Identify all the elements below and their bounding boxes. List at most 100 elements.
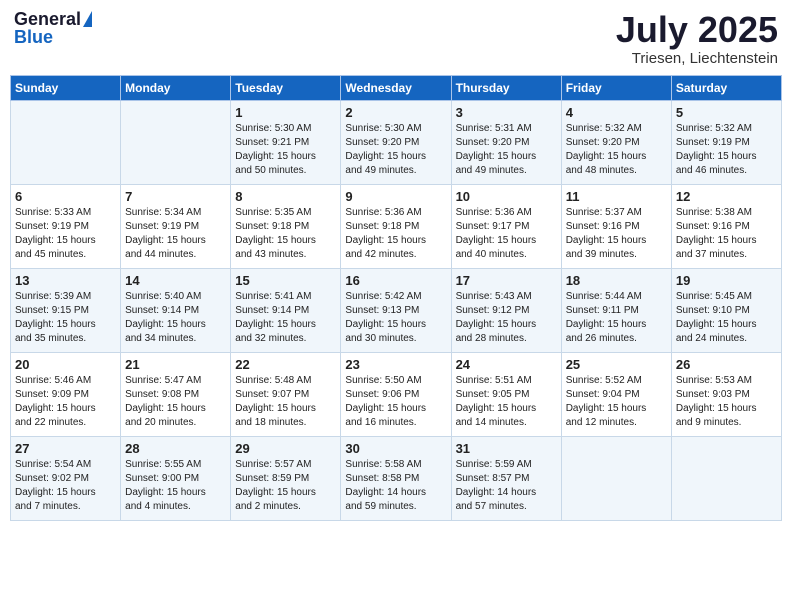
calendar-cell	[561, 436, 671, 520]
day-number: 18	[566, 273, 667, 288]
day-info: Sunrise: 5:50 AM Sunset: 9:06 PM Dayligh…	[345, 374, 446, 430]
calendar-week-row: 13 Sunrise: 5:39 AM Sunset: 9:15 PM Dayli…	[11, 268, 782, 352]
calendar-week-row: 1Sunrise: 5:30 AM Sunset: 9:21 PM Daylig…	[11, 100, 782, 184]
calendar-week-row: 20 Sunrise: 5:46 AM Sunset: 9:09 PM Dayli…	[11, 352, 782, 436]
calendar-cell: 6 Sunrise: 5:33 AM Sunset: 9:19 PM Daylig…	[11, 184, 121, 268]
day-info: Sunrise: 5:43 AM Sunset: 9:12 PM Dayligh…	[456, 290, 557, 346]
day-info: Sunrise: 5:54 AM Sunset: 9:02 PM Dayligh…	[15, 458, 116, 514]
calendar-week-row: 6 Sunrise: 5:33 AM Sunset: 9:19 PM Daylig…	[11, 184, 782, 268]
calendar-cell: 4 Sunrise: 5:32 AM Sunset: 9:20 PM Daylig…	[561, 100, 671, 184]
day-number: 17	[456, 273, 557, 288]
calendar-table: SundayMondayTuesdayWednesdayThursdayFrid…	[10, 75, 782, 521]
calendar-cell: 18 Sunrise: 5:44 AM Sunset: 9:11 PM Dayli…	[561, 268, 671, 352]
day-number: 20	[15, 357, 116, 372]
day-number: 12	[676, 189, 777, 204]
day-info: Sunrise: 5:58 AM Sunset: 8:58 PM Dayligh…	[345, 458, 446, 514]
logo: General Blue	[14, 10, 92, 46]
day-info: Sunrise: 5:32 AM Sunset: 9:20 PM Dayligh…	[566, 122, 667, 178]
day-info: Sunrise: 5:34 AM Sunset: 9:19 PM Dayligh…	[125, 206, 226, 262]
header-tuesday: Tuesday	[231, 75, 341, 100]
day-info: Sunrise: 5:45 AM Sunset: 9:10 PM Dayligh…	[676, 290, 777, 346]
calendar-cell: 30 Sunrise: 5:58 AM Sunset: 8:58 PM Dayli…	[341, 436, 451, 520]
calendar-cell: 13 Sunrise: 5:39 AM Sunset: 9:15 PM Dayli…	[11, 268, 121, 352]
day-number: 29	[235, 441, 336, 456]
day-number: 28	[125, 441, 226, 456]
day-info: Sunrise: 5:41 AM Sunset: 9:14 PM Dayligh…	[235, 290, 336, 346]
day-number: 6	[15, 189, 116, 204]
day-info: Sunrise: 5:30 AM Sunset: 9:21 PM Dayligh…	[235, 122, 336, 178]
calendar-cell: 11Sunrise: 5:37 AM Sunset: 9:16 PM Dayli…	[561, 184, 671, 268]
day-info: Sunrise: 5:32 AM Sunset: 9:19 PM Dayligh…	[676, 122, 777, 178]
calendar-cell: 2Sunrise: 5:30 AM Sunset: 9:20 PM Daylig…	[341, 100, 451, 184]
calendar-cell: 20 Sunrise: 5:46 AM Sunset: 9:09 PM Dayli…	[11, 352, 121, 436]
header-sunday: Sunday	[11, 75, 121, 100]
header-monday: Monday	[121, 75, 231, 100]
calendar-cell: 7 Sunrise: 5:34 AM Sunset: 9:19 PM Daylig…	[121, 184, 231, 268]
calendar-cell: 31Sunrise: 5:59 AM Sunset: 8:57 PM Dayli…	[451, 436, 561, 520]
day-number: 9	[345, 189, 446, 204]
calendar-cell: 28 Sunrise: 5:55 AM Sunset: 9:00 PM Dayli…	[121, 436, 231, 520]
header-friday: Friday	[561, 75, 671, 100]
calendar-cell: 10Sunrise: 5:36 AM Sunset: 9:17 PM Dayli…	[451, 184, 561, 268]
day-number: 16	[345, 273, 446, 288]
day-number: 14	[125, 273, 226, 288]
header-wednesday: Wednesday	[341, 75, 451, 100]
calendar-title: July 2025	[616, 10, 778, 50]
day-info: Sunrise: 5:38 AM Sunset: 9:16 PM Dayligh…	[676, 206, 777, 262]
day-info: Sunrise: 5:36 AM Sunset: 9:18 PM Dayligh…	[345, 206, 446, 262]
calendar-cell: 16 Sunrise: 5:42 AM Sunset: 9:13 PM Dayli…	[341, 268, 451, 352]
day-info: Sunrise: 5:46 AM Sunset: 9:09 PM Dayligh…	[15, 374, 116, 430]
calendar-cell: 12 Sunrise: 5:38 AM Sunset: 9:16 PM Dayli…	[671, 184, 781, 268]
day-number: 30	[345, 441, 446, 456]
day-info: Sunrise: 5:37 AM Sunset: 9:16 PM Dayligh…	[566, 206, 667, 262]
day-info: Sunrise: 5:55 AM Sunset: 9:00 PM Dayligh…	[125, 458, 226, 514]
day-number: 22	[235, 357, 336, 372]
calendar-cell: 9 Sunrise: 5:36 AM Sunset: 9:18 PM Daylig…	[341, 184, 451, 268]
day-number: 13	[15, 273, 116, 288]
day-info: Sunrise: 5:47 AM Sunset: 9:08 PM Dayligh…	[125, 374, 226, 430]
day-info: Sunrise: 5:30 AM Sunset: 9:20 PM Dayligh…	[345, 122, 446, 178]
day-info: Sunrise: 5:48 AM Sunset: 9:07 PM Dayligh…	[235, 374, 336, 430]
calendar-week-row: 27 Sunrise: 5:54 AM Sunset: 9:02 PM Dayli…	[11, 436, 782, 520]
calendar-cell: 14Sunrise: 5:40 AM Sunset: 9:14 PM Dayli…	[121, 268, 231, 352]
day-number: 25	[566, 357, 667, 372]
day-info: Sunrise: 5:42 AM Sunset: 9:13 PM Dayligh…	[345, 290, 446, 346]
header-saturday: Saturday	[671, 75, 781, 100]
day-number: 23	[345, 357, 446, 372]
calendar-header-row: SundayMondayTuesdayWednesdayThursdayFrid…	[11, 75, 782, 100]
day-info: Sunrise: 5:39 AM Sunset: 9:15 PM Dayligh…	[15, 290, 116, 346]
calendar-cell	[11, 100, 121, 184]
day-info: Sunrise: 5:51 AM Sunset: 9:05 PM Dayligh…	[456, 374, 557, 430]
calendar-cell: 27 Sunrise: 5:54 AM Sunset: 9:02 PM Dayli…	[11, 436, 121, 520]
day-number: 27	[15, 441, 116, 456]
day-number: 5	[676, 105, 777, 120]
day-number: 31	[456, 441, 557, 456]
calendar-cell	[121, 100, 231, 184]
day-number: 24	[456, 357, 557, 372]
title-block: July 2025 Triesen, Liechtenstein	[616, 10, 778, 67]
logo-general: General	[14, 10, 81, 28]
calendar-cell: 3Sunrise: 5:31 AM Sunset: 9:20 PM Daylig…	[451, 100, 561, 184]
calendar-cell: 5 Sunrise: 5:32 AM Sunset: 9:19 PM Daylig…	[671, 100, 781, 184]
calendar-cell: 29 Sunrise: 5:57 AM Sunset: 8:59 PM Dayli…	[231, 436, 341, 520]
calendar-location: Triesen, Liechtenstein	[616, 50, 778, 67]
day-info: Sunrise: 5:57 AM Sunset: 8:59 PM Dayligh…	[235, 458, 336, 514]
calendar-cell: 21 Sunrise: 5:47 AM Sunset: 9:08 PM Dayli…	[121, 352, 231, 436]
day-info: Sunrise: 5:31 AM Sunset: 9:20 PM Dayligh…	[456, 122, 557, 178]
calendar-cell: 1Sunrise: 5:30 AM Sunset: 9:21 PM Daylig…	[231, 100, 341, 184]
day-number: 4	[566, 105, 667, 120]
page-header: General Blue July 2025 Triesen, Liechten…	[10, 10, 782, 67]
logo-triangle-icon	[83, 11, 92, 27]
calendar-cell: 22 Sunrise: 5:48 AM Sunset: 9:07 PM Dayli…	[231, 352, 341, 436]
day-number: 21	[125, 357, 226, 372]
day-number: 8	[235, 189, 336, 204]
calendar-cell: 19Sunrise: 5:45 AM Sunset: 9:10 PM Dayli…	[671, 268, 781, 352]
calendar-cell: 26Sunrise: 5:53 AM Sunset: 9:03 PM Dayli…	[671, 352, 781, 436]
day-number: 26	[676, 357, 777, 372]
calendar-cell: 23 Sunrise: 5:50 AM Sunset: 9:06 PM Dayli…	[341, 352, 451, 436]
day-info: Sunrise: 5:33 AM Sunset: 9:19 PM Dayligh…	[15, 206, 116, 262]
day-number: 7	[125, 189, 226, 204]
day-info: Sunrise: 5:44 AM Sunset: 9:11 PM Dayligh…	[566, 290, 667, 346]
calendar-cell: 17 Sunrise: 5:43 AM Sunset: 9:12 PM Dayli…	[451, 268, 561, 352]
day-number: 15	[235, 273, 336, 288]
